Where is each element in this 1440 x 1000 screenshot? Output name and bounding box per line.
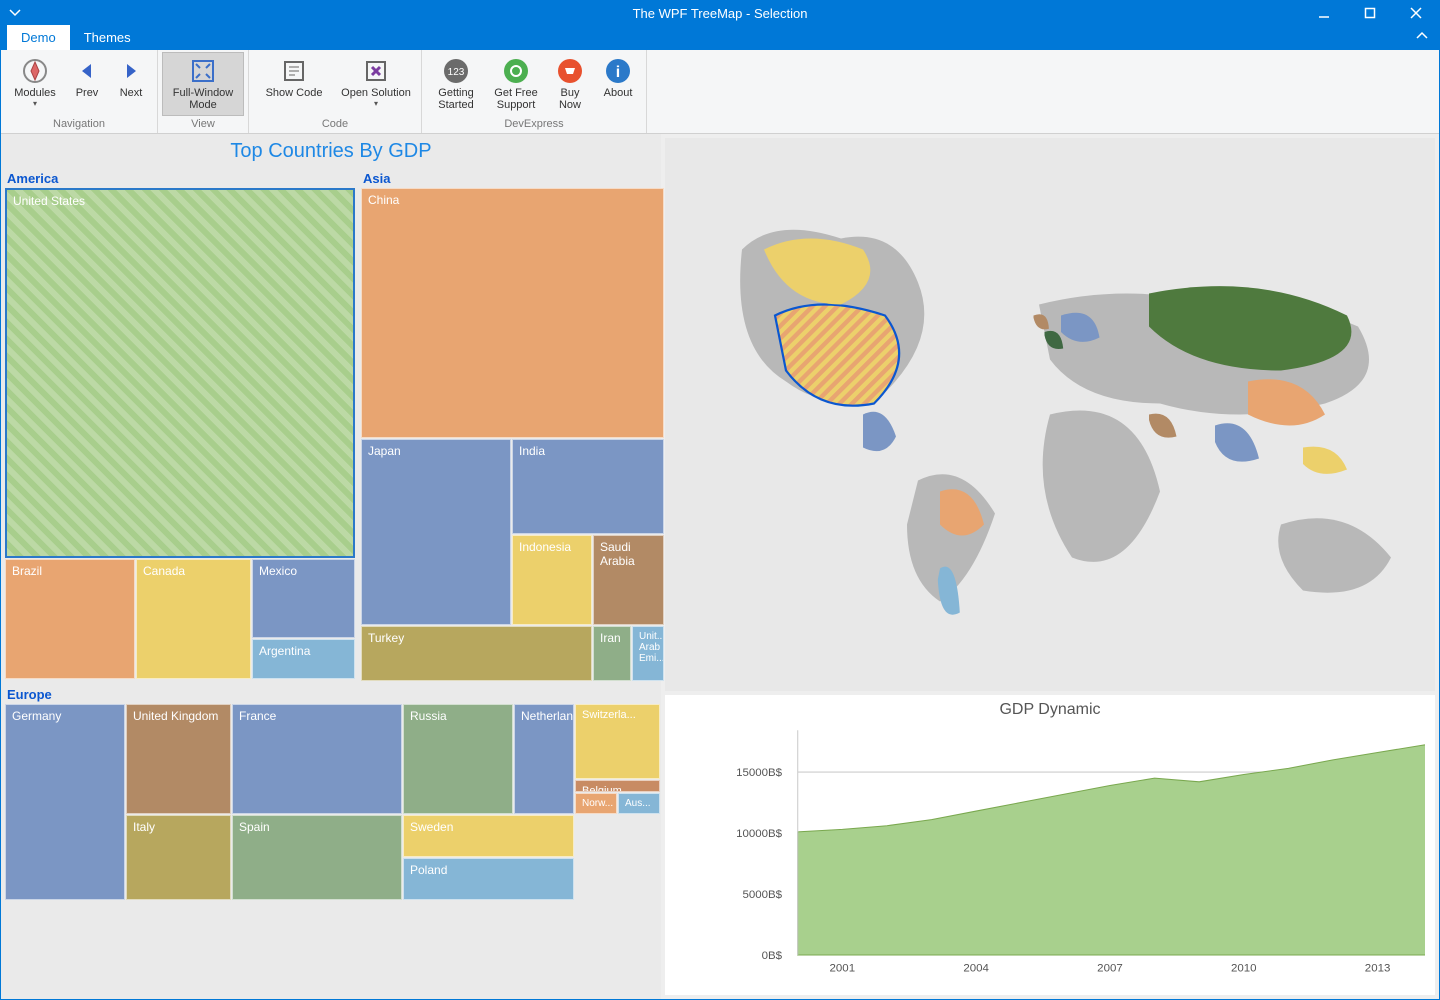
svg-text:123: 123 [448, 67, 465, 78]
titlebar: The WPF TreeMap - Selection [1, 1, 1439, 25]
tile-china[interactable]: China [361, 188, 664, 438]
window-title: The WPF TreeMap - Selection [633, 6, 808, 21]
tile-canada[interactable]: Canada [136, 559, 251, 679]
tile-norway[interactable]: Norw... [575, 793, 617, 814]
tile-indonesia[interactable]: Indonesia [512, 535, 592, 625]
map-australia [1278, 518, 1391, 592]
map-country-india[interactable] [1215, 423, 1259, 461]
tile-russia[interactable]: Russia [403, 704, 513, 814]
tab-demo[interactable]: Demo [7, 25, 70, 50]
tile-spain[interactable]: Spain [232, 815, 402, 900]
compass-icon [21, 57, 49, 85]
gdp-chart: GDP Dynamic 0B$ 5000B$ 10000B$ 15000B$ 2001 2… [665, 695, 1435, 995]
svg-text:2010: 2010 [1231, 963, 1257, 975]
tab-themes[interactable]: Themes [70, 25, 145, 50]
tile-netherlands[interactable]: Netherlands [514, 704, 574, 814]
group-view-label: View [162, 116, 244, 133]
maximize-button[interactable] [1347, 1, 1393, 25]
world-map[interactable] [665, 138, 1435, 691]
minimize-button[interactable] [1301, 1, 1347, 25]
tile-india[interactable]: India [512, 439, 664, 534]
map-country-usa[interactable] [775, 305, 899, 406]
group-america-label: America [5, 169, 355, 188]
map-country-indonesia[interactable] [1303, 447, 1347, 474]
about-button[interactable]: i About [594, 52, 642, 116]
tile-brazil[interactable]: Brazil [5, 559, 135, 679]
info-icon: i [604, 57, 632, 85]
vs-icon [362, 57, 390, 85]
tile-uae[interactable]: Unit... Arab Emi... [632, 626, 664, 681]
tile-argentina[interactable]: Argentina [252, 639, 355, 679]
svg-text:i: i [616, 64, 620, 81]
svg-text:2007: 2007 [1097, 963, 1123, 975]
tile-austria[interactable]: Aus... [618, 793, 660, 814]
svg-text:0B$: 0B$ [762, 950, 783, 962]
svg-text:10000B$: 10000B$ [736, 828, 783, 840]
system-menu-icon[interactable] [9, 1, 21, 25]
tile-turkey[interactable]: Turkey [361, 626, 592, 681]
prev-button[interactable]: Prev [65, 52, 109, 116]
tile-belgium[interactable]: Belgium [575, 780, 660, 792]
prev-icon [73, 57, 101, 85]
tile-uk[interactable]: United Kingdom [126, 704, 231, 814]
tile-iran[interactable]: Iran [593, 626, 631, 681]
svg-text:2013: 2013 [1365, 963, 1391, 975]
close-button[interactable] [1393, 1, 1439, 25]
tile-poland[interactable]: Poland [403, 858, 574, 900]
group-asia-label: Asia [361, 169, 664, 188]
map-country-mexico[interactable] [863, 412, 896, 451]
tile-japan[interactable]: Japan [361, 439, 511, 625]
svg-text:2001: 2001 [830, 963, 856, 975]
modules-button[interactable]: Modules▾ [5, 52, 65, 116]
support-icon [502, 57, 530, 85]
map-shapes [740, 230, 1391, 615]
svg-text:5000B$: 5000B$ [742, 889, 782, 901]
next-icon [117, 57, 145, 85]
tile-switzerland[interactable]: Switzerla... [575, 704, 660, 779]
chart-area: 0B$ 5000B$ 10000B$ 15000B$ 2001 2004 2007 2010 2… [735, 725, 1425, 976]
map-country-saudi[interactable] [1149, 414, 1177, 438]
ribbon-tabstrip: Demo Themes [1, 25, 1439, 50]
code-icon [280, 57, 308, 85]
fullwindow-button[interactable]: Full-Window Mode [162, 52, 244, 116]
tile-united-states[interactable]: United States [5, 188, 355, 558]
tile-mexico[interactable]: Mexico [252, 559, 355, 638]
tile-italy[interactable]: Italy [126, 815, 231, 900]
chart-title: GDP Dynamic [665, 695, 1435, 725]
group-navigation-label: Navigation [5, 116, 153, 133]
tile-saudi-arabia[interactable]: Saudi Arabia [593, 535, 664, 625]
gettingstarted-button[interactable]: 123 Getting Started [426, 52, 486, 116]
fullscreen-icon [189, 57, 217, 85]
group-devexpress-label: DevExpress [426, 116, 642, 133]
123-icon: 123 [442, 57, 470, 85]
ribbon: Modules▾ Prev Next Navigation Full-Windo… [1, 50, 1439, 134]
ribbon-collapse-button[interactable] [1415, 29, 1429, 46]
tile-france[interactable]: France [232, 704, 402, 814]
opensolution-button[interactable]: Open Solution▾ [335, 52, 417, 116]
tile-germany[interactable]: Germany [5, 704, 125, 900]
treemap-title: Top Countries By GDP [1, 134, 661, 169]
showcode-button[interactable]: Show Code [253, 52, 335, 116]
svg-text:15000B$: 15000B$ [736, 767, 783, 779]
cart-icon [556, 57, 584, 85]
group-europe-label: Europe [5, 685, 657, 704]
map-africa [1043, 411, 1160, 562]
getfreesupport-button[interactable]: Get Free Support [486, 52, 546, 116]
buynow-button[interactable]: Buy Now [546, 52, 594, 116]
tile-sweden[interactable]: Sweden [403, 815, 574, 857]
svg-text:2004: 2004 [963, 963, 989, 975]
group-code-label: Code [253, 116, 417, 133]
next-button[interactable]: Next [109, 52, 153, 116]
